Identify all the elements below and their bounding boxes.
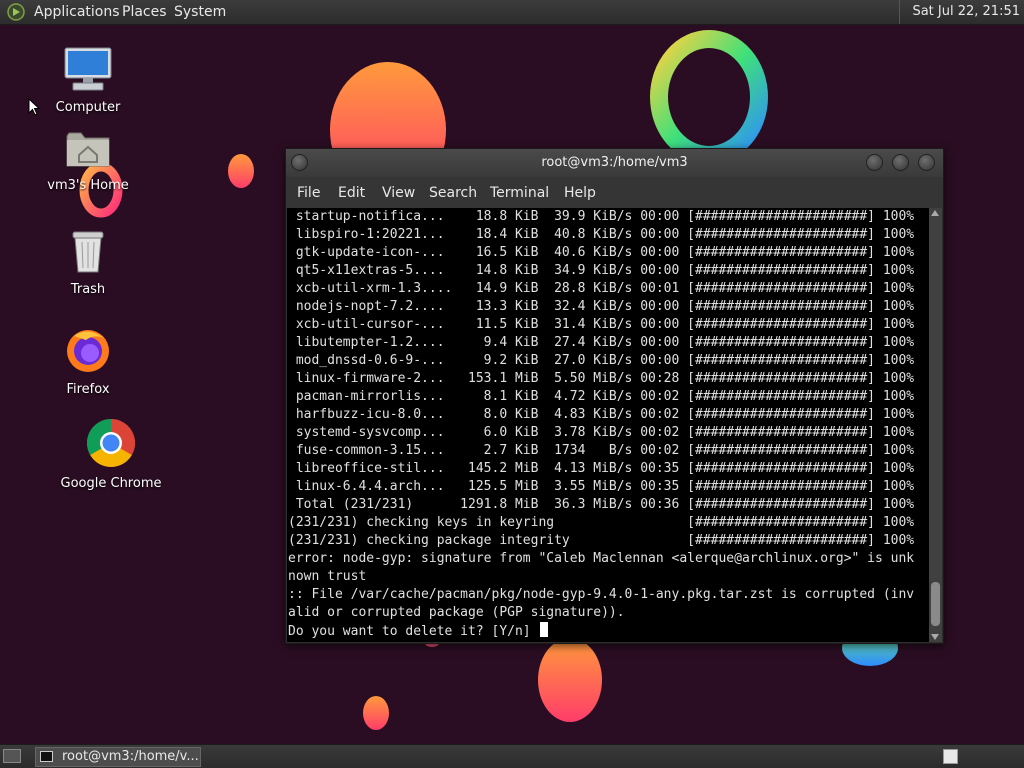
places-menu[interactable]: Places	[118, 3, 171, 21]
terminal-line-text: (231/231) checking keys in keyring [####…	[288, 515, 915, 530]
scroll-down-arrow-icon[interactable]	[931, 634, 939, 640]
desktop-icon-home[interactable]: vm3's Home	[33, 128, 143, 193]
menu-edit[interactable]: Edit	[336, 184, 367, 202]
terminal-line-text: harfbuzz-icu-8.0... 8.0 KiB 4.83 KiB/s 0…	[288, 407, 915, 422]
terminal-line: qt5-x11extras-5.... 14.8 KiB 34.9 KiB/s …	[288, 262, 914, 280]
terminal-line: linux-firmware-2... 153.1 MiB 5.50 MiB/s…	[288, 370, 914, 388]
menu-terminal[interactable]: Terminal	[488, 184, 551, 202]
firefox-icon	[33, 326, 143, 378]
menu-file[interactable]: File	[295, 184, 322, 202]
terminal-line: xcb-util-cursor-... 11.5 KiB 31.4 KiB/s …	[288, 316, 914, 334]
terminal-line: linux-6.4.4.arch... 125.5 MiB 3.55 MiB/s…	[288, 478, 914, 496]
menu-view[interactable]: View	[380, 184, 417, 202]
menu-search[interactable]: Search	[427, 184, 479, 202]
terminal-line-text: libutempter-1.2.... 9.4 KiB 27.4 KiB/s 0…	[288, 335, 915, 350]
computer-icon	[33, 46, 143, 96]
terminal-line: pacman-mirrorlis... 8.1 KiB 4.72 KiB/s 0…	[288, 388, 914, 406]
terminal-line: nodejs-nopt-7.2.... 13.3 KiB 32.4 KiB/s …	[288, 298, 914, 316]
desktop-icon-label: Computer	[55, 100, 121, 115]
terminal-lines: startup-notifica... 18.8 KiB 39.9 KiB/s …	[288, 208, 914, 640]
terminal-line: :: File /var/cache/pacman/pkg/node-gyp-9…	[288, 586, 914, 604]
terminal-line: mod_dnssd-0.6-9-... 9.2 KiB 27.0 KiB/s 0…	[288, 352, 914, 370]
desktop-icon-label: vm3's Home	[47, 178, 129, 193]
distro-logo-icon[interactable]	[7, 3, 25, 21]
maximize-button[interactable]	[892, 154, 909, 171]
terminal-line-text: alid or corrupted package (PGP signature…	[288, 605, 625, 620]
terminal-line: libspiro-1:20221... 18.4 KiB 40.8 KiB/s …	[288, 226, 914, 244]
terminal-line: harfbuzz-icu-8.0... 8.0 KiB 4.83 KiB/s 0…	[288, 406, 914, 424]
desktop-icon-label: Google Chrome	[60, 476, 162, 491]
bottom-panel: root@vm3:/home/v...	[0, 744, 1024, 768]
terminal-line: (231/231) checking keys in keyring [####…	[288, 514, 914, 532]
terminal-line-text: mod_dnssd-0.6-9-... 9.2 KiB 27.0 KiB/s 0…	[288, 353, 915, 368]
desktop-icon-trash[interactable]: Trash	[33, 228, 143, 297]
terminal-line-text: Total (231/231) 1291.8 MiB 36.3 MiB/s 00…	[288, 497, 915, 512]
terminal-line-text: fuse-common-3.15... 2.7 KiB 1734 B/s 00:…	[288, 443, 915, 458]
terminal-line: startup-notifica... 18.8 KiB 39.9 KiB/s …	[288, 208, 914, 226]
terminal-line: alid or corrupted package (PGP signature…	[288, 604, 914, 622]
terminal-line: error: node-gyp: signature from "Caleb M…	[288, 550, 914, 568]
scroll-thumb[interactable]	[931, 582, 940, 626]
title-bar[interactable]: root@vm3:/home/vm3	[286, 149, 943, 177]
terminal-line-text: pacman-mirrorlis... 8.1 KiB 4.72 KiB/s 0…	[288, 389, 915, 404]
terminal-line: fuse-common-3.15... 2.7 KiB 1734 B/s 00:…	[288, 442, 914, 460]
terminal-line-text: (231/231) checking package integrity [##…	[288, 533, 915, 548]
mouse-pointer-icon	[28, 98, 40, 116]
home-folder-icon	[33, 128, 143, 174]
system-menu[interactable]: System	[170, 3, 230, 21]
menu-bar: File Edit View Search Terminal Help	[286, 177, 943, 208]
desktop-icon-computer[interactable]: Computer	[33, 46, 143, 115]
terminal-window[interactable]: root@vm3:/home/vm3 File Edit View Search…	[285, 148, 944, 644]
workspace-switcher[interactable]	[943, 749, 958, 764]
terminal-line-text: nown trust	[288, 569, 367, 584]
close-button[interactable]	[918, 154, 935, 171]
terminal-line-text: xcb-util-xrm-1.3.... 14.9 KiB 28.8 KiB/s…	[288, 281, 915, 296]
menu-help[interactable]: Help	[562, 184, 598, 202]
terminal-line: libutempter-1.2.... 9.4 KiB 27.4 KiB/s 0…	[288, 334, 914, 352]
taskbar-window-label: root@vm3:/home/v...	[62, 749, 199, 764]
terminal-line-text: nodejs-nopt-7.2.... 13.3 KiB 32.4 KiB/s …	[288, 299, 915, 314]
trash-icon	[33, 228, 143, 278]
terminal-line-text: systemd-sysvcomp... 6.0 KiB 3.78 KiB/s 0…	[288, 425, 915, 440]
chrome-icon	[56, 418, 166, 472]
terminal-line: systemd-sysvcomp... 6.0 KiB 3.78 KiB/s 0…	[288, 424, 914, 442]
top-panel: Applications Places System Sat Jul 22, 2…	[0, 0, 1024, 25]
terminal-line-text: libreoffice-stil... 145.2 MiB 4.13 MiB/s…	[288, 461, 915, 476]
window-menu-button[interactable]	[291, 154, 308, 171]
applications-menu[interactable]: Applications	[30, 3, 124, 21]
terminal-line: libreoffice-stil... 145.2 MiB 4.13 MiB/s…	[288, 460, 914, 478]
window-title: root@vm3:/home/vm3	[541, 155, 688, 170]
desktop-icon-firefox[interactable]: Firefox	[33, 326, 143, 397]
desktop-icon-label: Trash	[70, 282, 106, 297]
terminal-line-text: startup-notifica... 18.8 KiB 39.9 KiB/s …	[288, 209, 915, 224]
terminal-line-text: Do you want to delete it? [Y/n]	[288, 624, 539, 639]
desktop[interactable]: Applications Places System Sat Jul 22, 2…	[0, 0, 1024, 768]
text-cursor	[540, 622, 549, 637]
taskbar-window-button[interactable]: root@vm3:/home/v...	[35, 747, 201, 767]
terminal-line: (231/231) checking package integrity [##…	[288, 532, 914, 550]
terminal-line-text: qt5-x11extras-5.... 14.8 KiB 34.9 KiB/s …	[288, 263, 915, 278]
terminal-line-text: error: node-gyp: signature from "Caleb M…	[288, 551, 915, 566]
terminal-line-text: gtk-update-icon-... 16.5 KiB 40.6 KiB/s …	[288, 245, 915, 260]
scrollbar[interactable]	[929, 208, 942, 642]
terminal-icon	[40, 751, 53, 762]
clock[interactable]: Sat Jul 22, 21:51	[899, 0, 1024, 24]
terminal-line-text: linux-firmware-2... 153.1 MiB 5.50 MiB/s…	[288, 371, 915, 386]
terminal-line: Do you want to delete it? [Y/n]	[288, 622, 914, 640]
terminal-line: xcb-util-xrm-1.3.... 14.9 KiB 28.8 KiB/s…	[288, 280, 914, 298]
minimize-button[interactable]	[866, 154, 883, 171]
terminal-line-text: libspiro-1:20221... 18.4 KiB 40.8 KiB/s …	[288, 227, 915, 242]
scroll-up-arrow-icon[interactable]	[931, 210, 939, 216]
show-desktop-button[interactable]	[3, 749, 21, 763]
terminal-line-text: xcb-util-cursor-... 11.5 KiB 31.4 KiB/s …	[288, 317, 915, 332]
terminal-line-text: linux-6.4.4.arch... 125.5 MiB 3.55 MiB/s…	[288, 479, 915, 494]
terminal-line: nown trust	[288, 568, 914, 586]
terminal-line: gtk-update-icon-... 16.5 KiB 40.6 KiB/s …	[288, 244, 914, 262]
desktop-icon-google-chrome[interactable]: Google Chrome	[56, 418, 166, 491]
terminal-line-text: :: File /var/cache/pacman/pkg/node-gyp-9…	[288, 587, 915, 602]
terminal-output[interactable]: startup-notifica... 18.8 KiB 39.9 KiB/s …	[287, 208, 929, 642]
desktop-icon-label: Firefox	[66, 382, 110, 397]
terminal-line: Total (231/231) 1291.8 MiB 36.3 MiB/s 00…	[288, 496, 914, 514]
